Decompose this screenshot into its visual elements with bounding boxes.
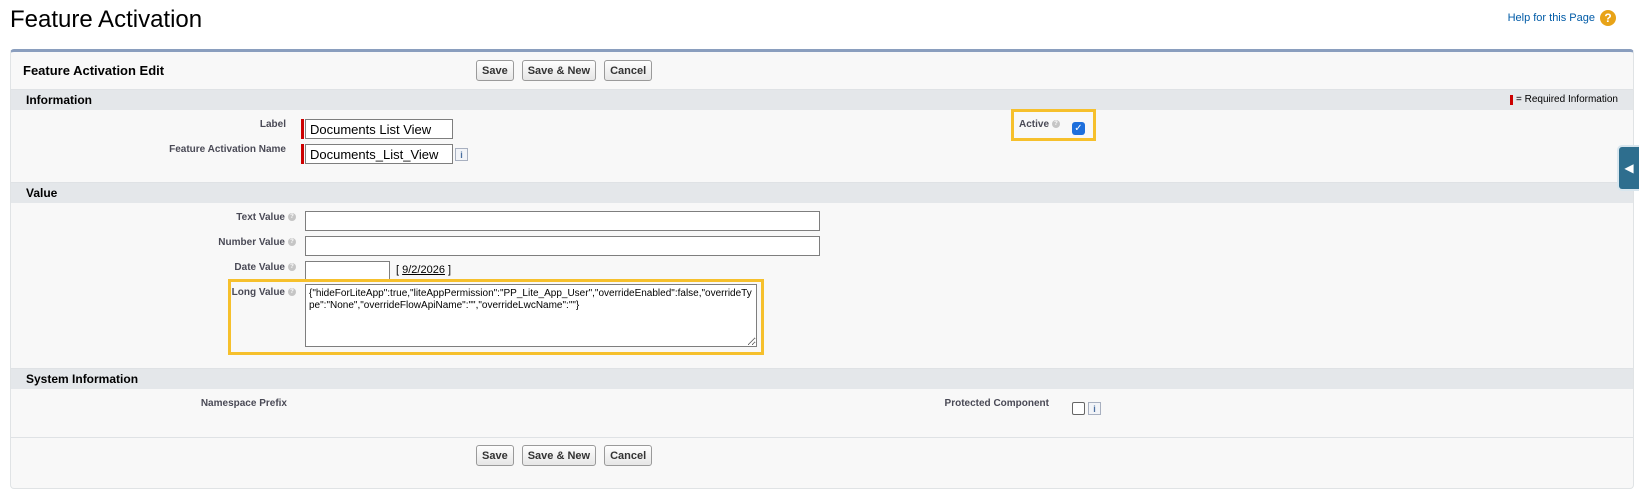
chevron-left-icon: ◀ [1624,161,1634,175]
date-value-label: Date Value? [161,262,296,273]
protected-component-label: Protected Component [944,398,1049,409]
help-link-label: Help for this Page [1507,12,1595,24]
required-indicator [301,144,304,164]
bottom-button-row: Save Save & New Cancel [476,445,653,466]
help-bubble-icon: ? [288,213,296,222]
number-value-input[interactable] [305,236,820,256]
help-bubble-icon: ? [1052,120,1061,129]
save-button[interactable]: Save [476,445,514,466]
required-note-text: = Required Information [1515,94,1618,105]
long-value-textarea[interactable]: {"hideForLiteApp":true,"liteAppPermissio… [305,284,757,347]
save-and-new-button[interactable]: Save & New [521,60,597,81]
edit-block: Feature Activation Edit Save Save & New … [10,49,1634,489]
namespace-prefix-label: Namespace Prefix [200,398,287,409]
number-value-label: Number Value? [161,237,296,248]
top-button-row: Save Save & New Cancel [476,60,653,81]
section-information-header: Information = Required Information [11,89,1633,110]
text-value-label-text: Text Value [236,212,285,223]
help-link[interactable]: Help for this Page ? [1508,10,1616,26]
section-title: Information [26,93,92,107]
help-bubble-icon: ? [288,238,296,247]
text-value-label: Text Value? [161,212,296,223]
section-title: Value [26,186,58,200]
cancel-button[interactable]: Cancel [604,445,653,466]
section-title: System Information [26,372,139,386]
date-value-label-text: Date Value [234,262,285,273]
block-header: Feature Activation Edit Save Save & New … [11,52,1633,90]
required-bar-icon [1509,94,1513,105]
protected-component-checkbox[interactable] [1072,402,1085,415]
today-date-link[interactable]: [ 9/2/2026 ] [396,264,451,276]
required-info-note: = Required Information [1509,94,1618,105]
info-icon[interactable]: i [1088,402,1101,415]
section-system-header: System Information [11,368,1633,389]
cancel-button[interactable]: Cancel [604,60,653,81]
save-button[interactable]: Save [476,60,514,81]
help-icon: ? [1600,10,1616,26]
number-value-label-text: Number Value [218,237,285,248]
footer-divider [11,437,1633,438]
feature-activation-name-input[interactable] [305,144,453,164]
label-field-label: Label [259,119,286,130]
side-panel-toggle[interactable]: ◀ [1617,145,1639,191]
name-field-label: Feature Activation Name [169,144,286,155]
date-value-input[interactable] [305,261,390,281]
page-title: Feature Activation [10,6,203,33]
text-value-input[interactable] [305,211,820,231]
label-input[interactable] [305,119,453,139]
block-title: Feature Activation Edit [23,63,165,78]
long-value-label: Long Value? [161,287,296,298]
active-checkbox[interactable]: ✓ [1072,122,1085,135]
checkmark-icon: ✓ [1074,123,1083,134]
required-indicator [301,119,304,139]
active-field-label: Active? [1019,119,1061,130]
help-bubble-icon: ? [288,263,296,272]
info-icon[interactable]: i [455,148,468,161]
long-value-label-text: Long Value [231,287,285,298]
active-label-text: Active [1019,119,1050,130]
save-and-new-button[interactable]: Save & New [521,445,597,466]
section-value-header: Value [11,182,1633,203]
date-link-text[interactable]: 9/2/2026 [402,264,445,276]
help-bubble-icon: ? [288,288,296,297]
